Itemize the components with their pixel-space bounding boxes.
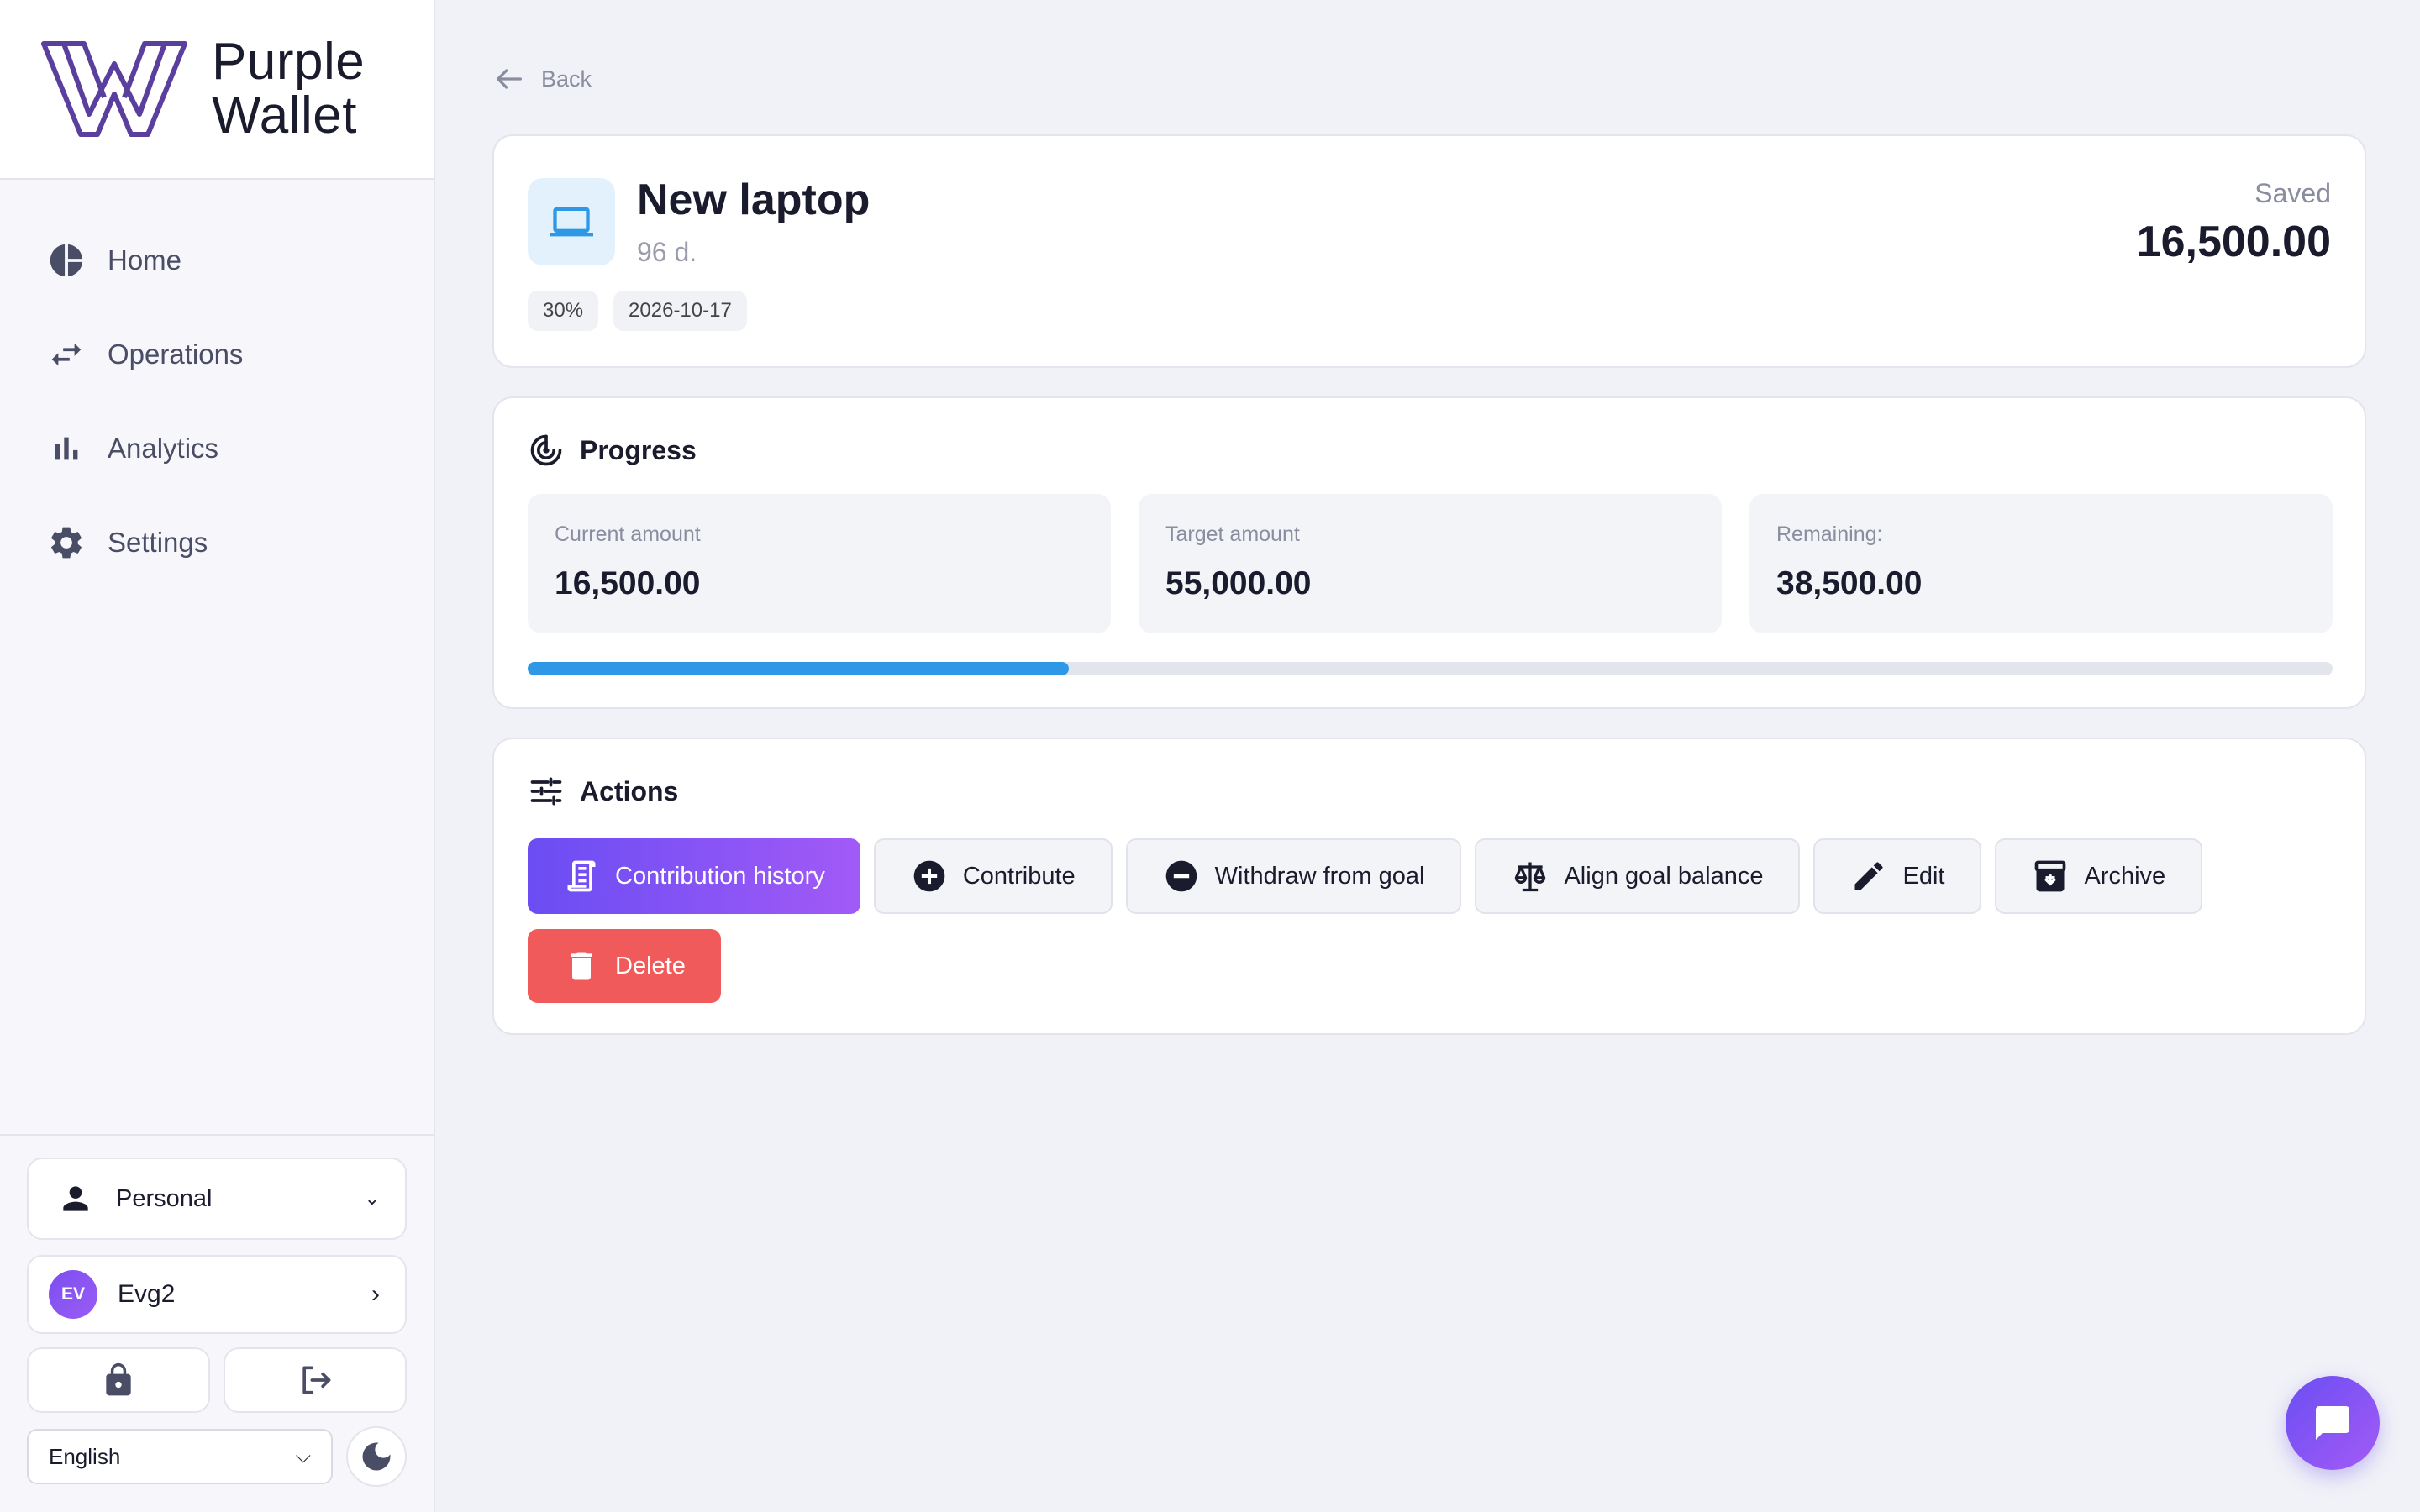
moon-icon [362,1442,391,1471]
logout-icon [302,1366,331,1394]
chevron-down-icon: ⌵ [295,1445,311,1467]
sidebar: Purple Wallet Home Operations Analytics [0,0,435,1512]
lock-icon [106,1362,131,1396]
receipt-icon [567,860,596,892]
brand-line-2: Wallet [212,87,357,144]
wallet-logo-icon [41,41,187,137]
nav-label-home: Home [108,244,182,276]
laptop-icon [550,207,593,237]
saved-label: Saved [2254,178,2331,208]
user-name: Evg2 [118,1280,176,1308]
archive-icon [2035,860,2066,892]
language-select[interactable]: English ⌵ [27,1429,333,1484]
stat-value: 38,500.00 [1776,565,1923,601]
stat-label: Remaining: [1776,522,1883,546]
delete-button[interactable]: Delete [528,929,721,1003]
person-icon [63,1186,88,1211]
button-label: Withdraw from goal [1214,862,1425,890]
theme-toggle-button[interactable] [346,1426,407,1487]
button-label: Edit [1902,862,1945,890]
language-row: English ⌵ [27,1426,407,1487]
goal-days-left: 96 d. [637,237,697,267]
goal-category-icon [528,178,615,265]
percent-badge: 30% [528,291,599,331]
withdraw-button[interactable]: Withdraw from goal [1125,838,1462,914]
saved-amount: 16,500.00 [2136,218,2331,266]
actions-heading: Actions [528,773,678,810]
language-value: English [49,1443,121,1469]
stat-target-amount: Target amount 55,000.00 [1139,494,1722,633]
target-icon [530,434,562,466]
align-balance-button[interactable]: Align goal balance [1475,838,1801,914]
minus-circle-icon [1165,860,1197,892]
button-label: Archive [2084,862,2166,890]
stat-label: Current amount [555,522,701,546]
goal-summary-card: New laptop 96 d. 30% 2026-10-17 Saved 16… [492,134,2366,368]
avatar: EV [49,1270,97,1319]
progress-bar-fill [528,662,1070,675]
nav-label-settings: Settings [108,527,208,558]
stat-remaining: Remaining: 38,500.00 [1749,494,2333,633]
stat-label: Target amount [1165,522,1300,546]
scale-icon [1515,862,1546,892]
nav-label-analytics: Analytics [108,433,219,464]
quick-actions [27,1347,407,1413]
trash-icon [571,952,592,980]
brand-line-1: Purple [212,33,366,91]
gear-icon [47,523,86,562]
progress-card: Progress Current amount 16,500.00 Target… [492,396,2366,709]
goal-tags: 30% 2026-10-17 [528,291,747,331]
chat-bubble-icon [2316,1406,2349,1440]
button-label: Delete [615,952,686,979]
nav-item-home[interactable]: Home [0,213,434,307]
pencil-icon [1854,862,1883,890]
contribute-button[interactable]: Contribute [873,838,1113,914]
workspace-name: Personal [116,1184,213,1212]
goal-title: New laptop [637,176,871,224]
nav-item-analytics[interactable]: Analytics [0,402,434,496]
brand-name: Purple Wallet [212,35,365,143]
lock-button[interactable] [27,1347,210,1413]
button-label: Align goal balance [1564,862,1764,890]
arrow-left-icon [497,69,522,89]
edit-button[interactable]: Edit [1813,838,1982,914]
progress-title: Progress [580,434,697,465]
workspace-selector[interactable]: Personal ⌄ [27,1158,407,1240]
chevron-down-icon: ⌄ [364,1188,380,1209]
user-profile[interactable]: EV Evg2 › [27,1255,407,1334]
chevron-right-icon: › [371,1280,380,1308]
actions-title: Actions [580,775,679,806]
chat-button[interactable] [2286,1376,2380,1470]
back-label: Back [541,66,592,92]
stat-value: 16,500.00 [555,565,701,601]
button-label: Contribute [962,862,1076,890]
brand-logo[interactable]: Purple Wallet [0,0,434,180]
deadline-badge: 2026-10-17 [613,291,747,331]
main-nav: Home Operations Analytics Settings [0,180,434,590]
progress-heading: Progress [528,432,697,469]
stat-current-amount: Current amount 16,500.00 [528,494,1111,633]
nav-item-settings[interactable]: Settings [0,496,434,590]
swap-arrows-icon [47,335,86,374]
sliders-icon [530,777,562,806]
sidebar-footer: Personal ⌄ EV Evg2 › English ⌵ [0,1134,434,1512]
back-link[interactable]: Back [492,62,592,96]
logout-button[interactable] [224,1347,407,1413]
plus-circle-icon [913,860,945,892]
contribution-history-button[interactable]: Contribution history [528,838,860,914]
archive-button[interactable]: Archive [1995,838,2203,914]
nav-label-operations: Operations [108,339,244,370]
progress-bar [528,662,2333,675]
action-buttons: Contribution history Contribute Withdraw… [528,838,2203,914]
actions-card: Actions Contribution history Contribute … [492,738,2366,1035]
pie-chart-icon [47,241,86,280]
button-label: Contribution history [615,862,825,890]
stat-value: 55,000.00 [1165,565,1312,601]
danger-buttons: Delete [528,929,721,1003]
nav-item-operations[interactable]: Operations [0,307,434,402]
bar-chart-icon [47,429,86,468]
